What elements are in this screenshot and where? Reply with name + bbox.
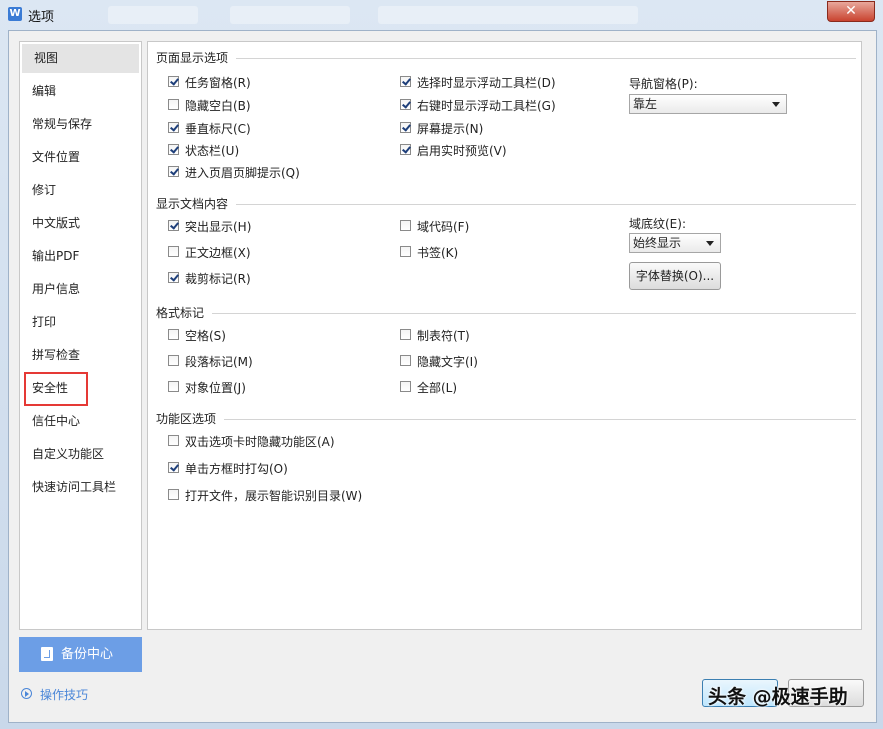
- section-title-page-display: 页面显示选项: [156, 51, 229, 65]
- sidebar-item-track-changes[interactable]: 修订: [20, 176, 139, 205]
- close-button[interactable]: ✕: [827, 1, 875, 22]
- sidebar-item-quick-access-toolbar[interactable]: 快速访问工具栏: [20, 473, 139, 502]
- background-toolbar-ghost: [230, 6, 350, 24]
- field-shading-label: 域底纹(E):: [629, 217, 686, 231]
- sidebar-item-chinese-layout[interactable]: 中文版式: [20, 209, 139, 238]
- nav-pane-label: 导航窗格(P):: [629, 77, 698, 91]
- checkbox-unchecked-icon: [400, 355, 411, 366]
- sidebar-item-view[interactable]: 视图: [22, 44, 139, 73]
- background-toolbar-ghost: [378, 6, 638, 24]
- background-toolbar-ghost: [108, 6, 198, 24]
- backup-center-button[interactable]: 备份中心: [19, 637, 142, 672]
- sidebar-item-file-locations[interactable]: 文件位置: [20, 143, 139, 172]
- checkbox-unchecked-icon: [168, 435, 179, 446]
- checkbox-unchecked-icon: [400, 246, 411, 257]
- options-window: W 选项 ✕ 视图 编辑 常规与保存 文件位置 修订 中文版式 输出PDF 用户…: [0, 0, 883, 729]
- section-title-ribbon: 功能区选项: [156, 412, 217, 426]
- section-divider: [224, 419, 856, 420]
- checkbox-unchecked-icon: [168, 489, 179, 500]
- checkbox-unchecked-icon: [168, 99, 179, 110]
- checkbox-unchecked-icon: [168, 246, 179, 257]
- operation-tips-label: 操作技巧: [40, 688, 89, 702]
- checkbox-checked-icon: [168, 76, 179, 87]
- section-divider: [236, 204, 856, 205]
- checkbox-checked-icon: [400, 144, 411, 155]
- field-shading-select[interactable]: 始终显示: [629, 233, 721, 253]
- checkbox-checked-icon: [168, 462, 179, 473]
- play-circle-icon: [21, 688, 32, 699]
- checkbox-checked-icon: [400, 76, 411, 87]
- checkbox-unchecked-icon: [400, 329, 411, 340]
- checkbox-checked-icon: [400, 122, 411, 133]
- title-bar[interactable]: W 选项 ✕: [0, 0, 883, 30]
- chevron-down-icon: [772, 102, 780, 107]
- field-shading-value: 始终显示: [633, 236, 682, 250]
- checkbox-checked-icon: [168, 122, 179, 133]
- options-sidebar: 视图 编辑 常规与保存 文件位置 修订 中文版式 输出PDF 用户信息 打印 拼…: [19, 41, 142, 630]
- section-divider: [212, 313, 856, 314]
- checkbox-checked-icon: [168, 220, 179, 231]
- nav-pane-value: 靠左: [633, 97, 658, 111]
- font-substitution-button[interactable]: 字体替换(O)...: [629, 262, 721, 290]
- sidebar-item-spell-check[interactable]: 拼写检查: [20, 341, 139, 370]
- checkbox-checked-icon: [400, 99, 411, 110]
- checkbox-unchecked-icon: [168, 329, 179, 340]
- window-title: 选项: [28, 10, 55, 25]
- backup-center-label: 备份中心: [61, 647, 114, 662]
- security-highlight-box: [24, 372, 88, 406]
- checkbox-unchecked-icon: [168, 355, 179, 366]
- wps-writer-icon: W: [8, 7, 22, 21]
- nav-pane-select[interactable]: 靠左: [629, 94, 787, 114]
- section-title-format-marks: 格式标记: [156, 306, 205, 320]
- checkbox-unchecked-icon: [168, 381, 179, 392]
- checkbox-unchecked-icon: [400, 381, 411, 392]
- checkbox-checked-icon: [168, 166, 179, 177]
- checkbox-checked-icon: [168, 144, 179, 155]
- dialog-client: 视图 编辑 常规与保存 文件位置 修订 中文版式 输出PDF 用户信息 打印 拼…: [8, 30, 877, 723]
- section-title-doc-content: 显示文档内容: [156, 197, 229, 211]
- chevron-down-icon: [706, 241, 714, 246]
- sidebar-item-trust-center[interactable]: 信任中心: [20, 407, 139, 436]
- sidebar-item-edit[interactable]: 编辑: [20, 77, 139, 106]
- section-divider: [236, 58, 856, 59]
- sidebar-item-user-info[interactable]: 用户信息: [20, 275, 139, 304]
- sidebar-item-export-pdf[interactable]: 输出PDF: [20, 242, 139, 271]
- sidebar-item-customize-ribbon[interactable]: 自定义功能区: [20, 440, 139, 469]
- sidebar-item-print[interactable]: 打印: [20, 308, 139, 337]
- backup-icon: [41, 647, 53, 661]
- watermark-text: 头条 @极速手助: [708, 686, 848, 708]
- checkbox-checked-icon: [168, 272, 179, 283]
- checkbox-unchecked-icon: [400, 220, 411, 231]
- sidebar-item-general-save[interactable]: 常规与保存: [20, 110, 139, 139]
- view-options-panel: 页面显示选项 任务窗格(R) 隐藏空白(B) 垂直标尺(C) 状态栏(U) 进入…: [147, 41, 862, 630]
